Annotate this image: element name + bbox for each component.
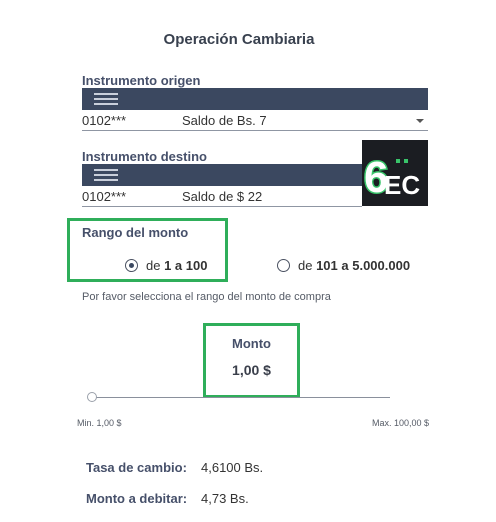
radio-unchecked-icon[interactable] <box>277 259 290 272</box>
menu-icon <box>94 169 118 181</box>
option-2-prefix: de <box>298 258 317 273</box>
destino-header-bar[interactable] <box>82 164 362 186</box>
monto-slider-track[interactable] <box>92 397 390 398</box>
brand-logo: 6 6 EC <box>362 140 428 206</box>
monto-value: 1,00 $ <box>232 362 271 378</box>
radio-checked-icon[interactable] <box>125 259 138 272</box>
debitar-value: 4,73 Bs. <box>201 491 249 506</box>
menu-icon <box>94 93 118 105</box>
option-1-prefix: de <box>146 258 165 273</box>
chevron-down-icon <box>416 119 424 123</box>
slider-min-label: Min. 1,00 $ <box>77 418 122 428</box>
rango-option-2[interactable]: de 101 a 5.000.000 <box>277 258 410 273</box>
logo-icon: 6 6 EC <box>363 152 421 204</box>
page-title: Operación Cambiaria <box>163 31 315 48</box>
monto-highlight-box <box>203 323 300 398</box>
rango-option-1[interactable]: de 1 a 100 <box>125 258 207 273</box>
rango-hint: Por favor selecciona el rango del monto … <box>82 291 331 303</box>
destino-balance: Saldo de $ 22 <box>182 189 263 204</box>
origen-select[interactable]: 0102*** Saldo de Bs. 7 <box>82 110 428 131</box>
origen-label: Instrumento origen <box>82 73 201 88</box>
origen-balance: Saldo de Bs. 7 <box>182 113 267 128</box>
option-2-value: 101 a 5.000.000 <box>316 258 411 273</box>
slider-max-label: Max. 100,00 $ <box>372 418 430 428</box>
debitar-label: Monto a debitar: <box>86 491 188 506</box>
svg-text:EC: EC <box>384 170 420 200</box>
rango-label: Rango del monto <box>82 225 189 240</box>
monto-slider-thumb[interactable] <box>87 392 97 402</box>
tasa-value: 4,6100 Bs. <box>201 460 264 475</box>
origen-header-bar[interactable] <box>82 88 428 110</box>
origen-code: 0102*** <box>82 113 127 128</box>
destino-label: Instrumento destino <box>82 149 207 164</box>
monto-label: Monto <box>232 336 271 351</box>
destino-select[interactable]: 0102*** Saldo de $ 22 <box>82 186 362 207</box>
destino-code: 0102*** <box>82 189 127 204</box>
tasa-label: Tasa de cambio: <box>86 460 187 475</box>
option-1-value: 1 a 100 <box>164 258 208 273</box>
